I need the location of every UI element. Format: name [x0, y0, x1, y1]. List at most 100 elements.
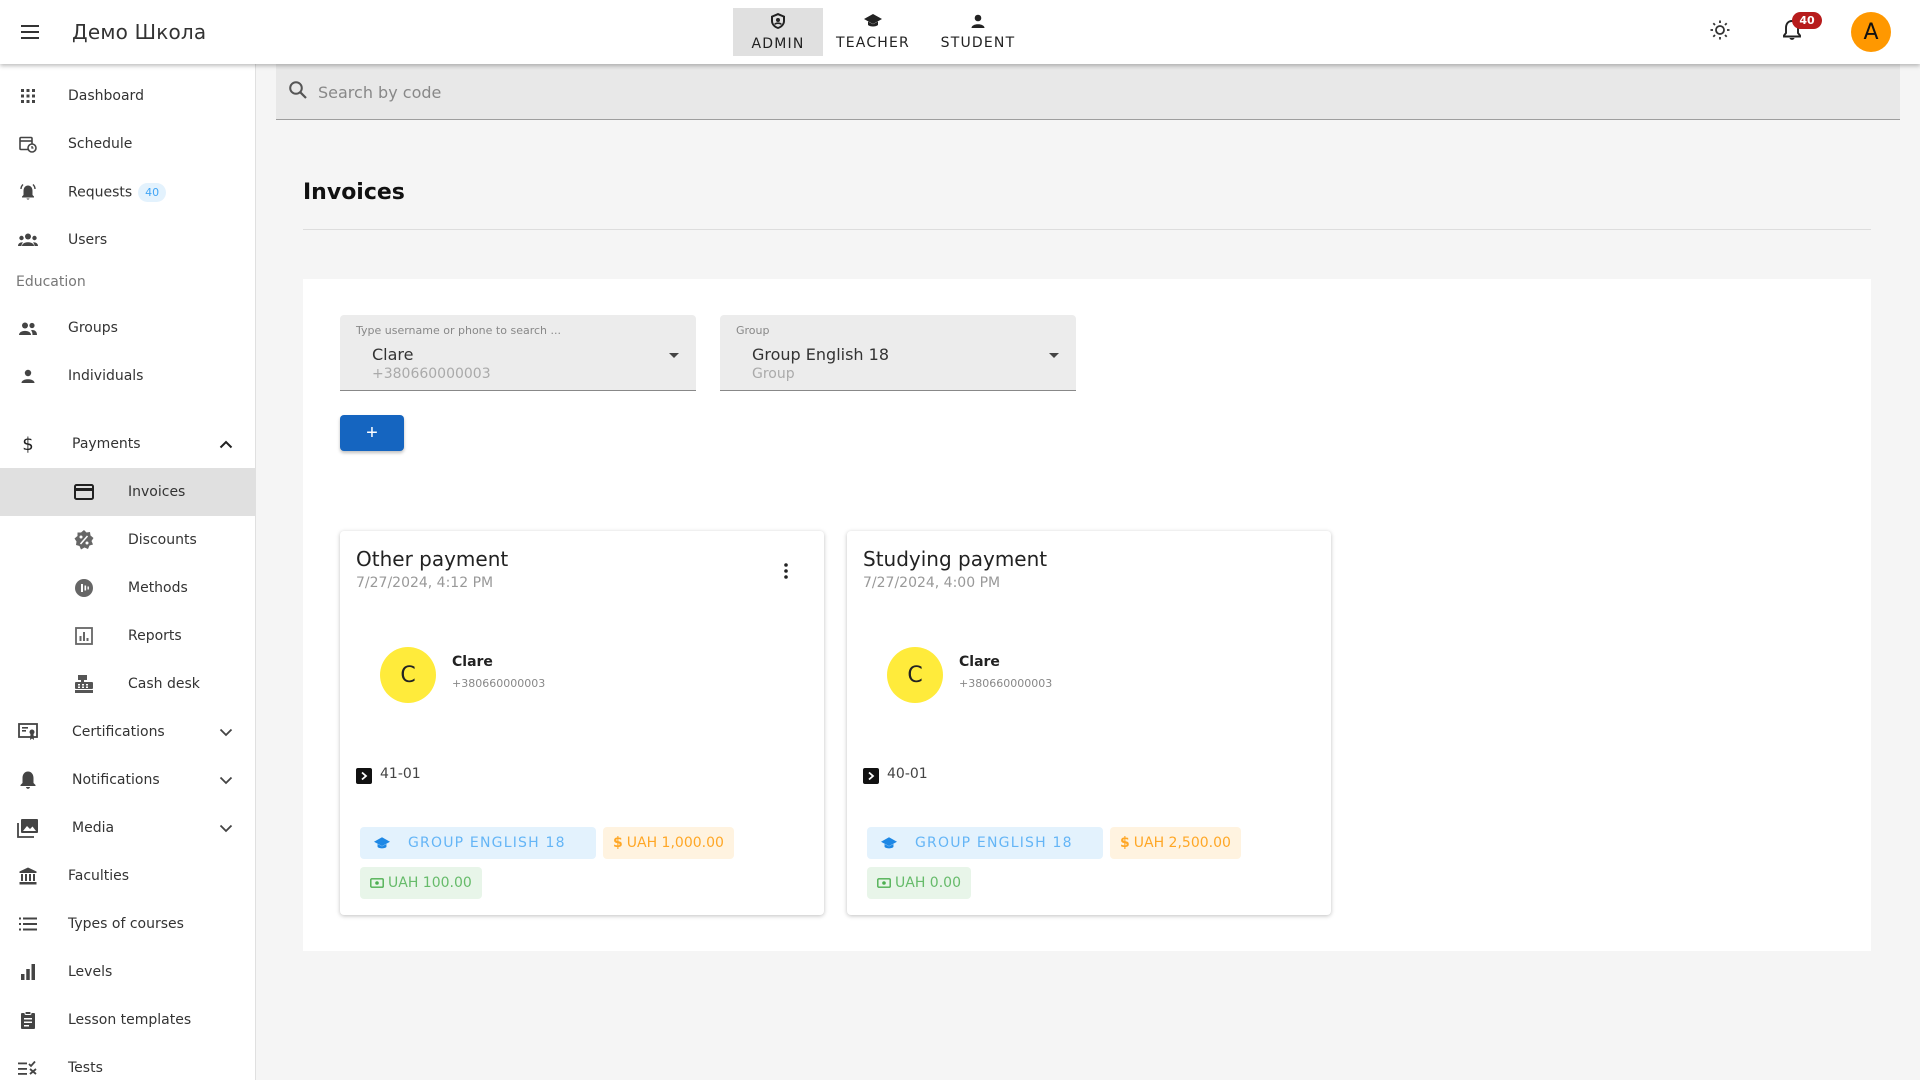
sidebar-item-individuals[interactable]: Individuals: [0, 352, 255, 400]
field-value: Group English 18: [752, 345, 890, 364]
sidebar-item-tests[interactable]: Tests: [0, 1044, 255, 1080]
user-avatar[interactable]: A: [1851, 12, 1891, 52]
bar-chart-icon: [16, 960, 40, 984]
menu-icon[interactable]: [16, 17, 46, 47]
theme-toggle-button[interactable]: [1706, 18, 1734, 46]
sidebar-item-label: Users: [68, 232, 108, 248]
institution-icon: [16, 864, 40, 888]
sidebar-item-users[interactable]: Users: [0, 216, 255, 264]
role-tab-label: STUDENT: [940, 34, 1016, 51]
person-icon: [16, 364, 40, 388]
chevron-right-box-icon: [863, 768, 879, 784]
invoice-code: 40-01: [887, 766, 928, 782]
sidebar-item-label: Notifications: [72, 772, 160, 788]
chevron-right-box-icon: [356, 768, 372, 784]
sidebar-item-schedule[interactable]: Schedule: [0, 120, 255, 168]
search-icon: [288, 80, 308, 104]
field-subtext: Group: [752, 366, 795, 382]
discount-value: UAH 0.00: [895, 875, 961, 891]
field-label: Group: [736, 324, 770, 337]
bell-icon: [16, 768, 40, 792]
invoice-card[interactable]: Studying payment 7/27/2024, 4:00 PM C Cl…: [847, 531, 1331, 915]
sidebar-item-methods[interactable]: Methods: [0, 564, 255, 612]
chevron-down-icon: [216, 818, 236, 838]
role-tab-admin[interactable]: ADMIN: [733, 8, 823, 56]
role-tab-teacher[interactable]: TEACHER: [823, 8, 923, 56]
sidebar-item-label: Reports: [128, 628, 182, 644]
sidebar-item-payments[interactable]: $ Payments: [0, 420, 255, 468]
chevron-up-icon: [216, 434, 236, 454]
graduation-cap-icon: [864, 13, 882, 35]
role-switcher: ADMIN TEACHER STUDENT: [733, 8, 1033, 56]
sidebar-section-education: Education: [16, 274, 86, 290]
cash-icon: [370, 878, 384, 888]
discount-chip: UAH 0.00: [867, 867, 971, 899]
user-search-select[interactable]: Type username or phone to search ... Cla…: [340, 315, 696, 391]
sidebar-item-label: Invoices: [128, 484, 186, 500]
group-chip[interactable]: GROUP ENGLISH 18: [360, 827, 596, 859]
add-invoice-button[interactable]: +: [340, 415, 404, 451]
group-select[interactable]: Group Group English 18 Group: [720, 315, 1076, 391]
sidebar-item-certifications[interactable]: Certifications: [0, 708, 255, 756]
list-icon: [16, 912, 40, 936]
user-phone: +380660000003: [452, 677, 546, 690]
sidebar-item-label: Levels: [68, 964, 113, 980]
sidebar-item-label: Individuals: [68, 368, 144, 384]
sidebar-item-invoices[interactable]: Invoices: [0, 468, 255, 516]
sidebar-item-discounts[interactable]: Discounts: [0, 516, 255, 564]
sidebar-item-levels[interactable]: Levels: [0, 948, 255, 996]
sidebar-item-label: Groups: [68, 320, 118, 336]
invoice-code: 41-01: [380, 766, 421, 782]
sidebar-item-lesson-templates[interactable]: Lesson templates: [0, 996, 255, 1044]
sidebar-item-types-of-courses[interactable]: Types of courses: [0, 900, 255, 948]
more-vert-icon[interactable]: [774, 559, 798, 583]
chevron-down-icon: [216, 722, 236, 742]
sidebar-item-label: Dashboard: [68, 88, 144, 104]
invoice-title: Other payment: [356, 547, 509, 571]
sidebar-item-reports[interactable]: Reports: [0, 612, 255, 660]
sidebar-item-requests[interactable]: Requests 40: [0, 168, 255, 216]
sidebar-item-label: Cash desk: [128, 676, 200, 692]
invoice-title: Studying payment: [863, 547, 1048, 571]
clipboard-icon: [16, 1008, 40, 1032]
invoice-date: 7/27/2024, 4:00 PM: [863, 575, 1001, 591]
role-tab-label: ADMIN: [751, 35, 805, 52]
sidebar-item-media[interactable]: Media: [0, 804, 255, 852]
amount-chip: $ UAH 1,000.00: [603, 827, 734, 859]
invoice-card[interactable]: Other payment 7/27/2024, 4:12 PM C Clare…: [340, 531, 824, 915]
sidebar-item-groups[interactable]: Groups: [0, 304, 255, 352]
sidebar-item-label: Requests 40: [68, 182, 167, 202]
checklist-icon: [16, 1056, 40, 1080]
amount-chip: $ UAH 2,500.00: [1110, 827, 1241, 859]
dollar-icon: $: [613, 835, 623, 851]
role-tab-label: TEACHER: [835, 34, 910, 51]
app-title: Демо Школа: [72, 20, 207, 44]
group-chip[interactable]: GROUP ENGLISH 18: [867, 827, 1103, 859]
apps-grid-icon: [16, 84, 40, 108]
sidebar: Dashboard Schedule Requests 40 Users Educ…: [0, 64, 256, 1080]
graduation-cap-icon: [374, 836, 390, 850]
users-icon: [16, 228, 40, 252]
calendar-clock-icon: [16, 132, 40, 156]
group-chip-label: GROUP ENGLISH 18: [915, 835, 1073, 851]
sidebar-item-faculties[interactable]: Faculties: [0, 852, 255, 900]
user-name: Clare: [452, 654, 493, 670]
svg-text:$: $: [22, 434, 33, 454]
user-avatar: C: [380, 647, 436, 703]
sidebar-item-label: Faculties: [68, 868, 130, 884]
role-tab-student[interactable]: STUDENT: [923, 8, 1033, 56]
requests-count-badge: 40: [138, 182, 167, 202]
group-chip-label: GROUP ENGLISH 18: [408, 835, 566, 851]
sidebar-item-notifications[interactable]: Notifications: [0, 756, 255, 804]
divider: [303, 229, 1871, 230]
search-input[interactable]: [318, 78, 1818, 106]
sidebar-item-cash-desk[interactable]: Cash desk: [0, 660, 255, 708]
certificate-icon: [16, 720, 40, 744]
chevron-down-icon: [216, 770, 236, 790]
field-label: Type username or phone to search ...: [356, 324, 561, 337]
sidebar-item-label: Types of courses: [68, 916, 184, 932]
sidebar-item-label: Lesson templates: [68, 1012, 192, 1028]
dropdown-arrow-icon: [1048, 345, 1060, 364]
sidebar-item-dashboard[interactable]: Dashboard: [0, 72, 255, 120]
user-avatar: C: [887, 647, 943, 703]
